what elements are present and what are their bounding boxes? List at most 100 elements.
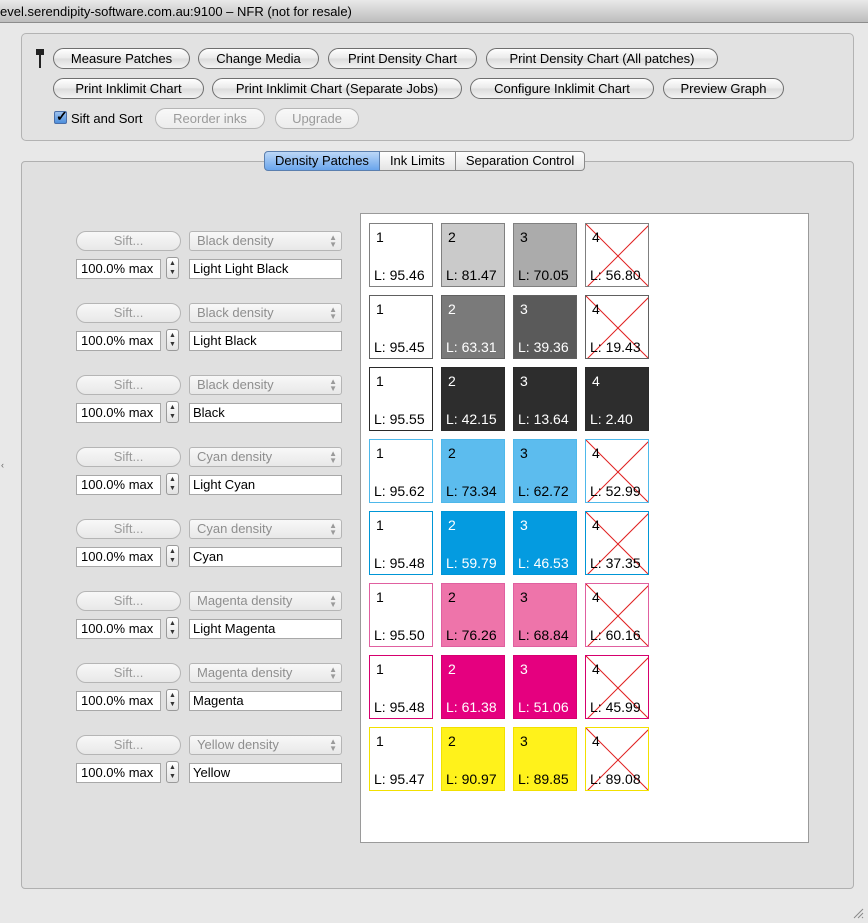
sift-button[interactable]: Sift... — [76, 375, 181, 395]
density-patch[interactable]: 2 L: 61.38 — [441, 655, 505, 719]
sift-button[interactable]: Sift... — [76, 735, 181, 755]
density-patch[interactable]: 3 L: 89.85 — [513, 727, 577, 791]
ink-name-field[interactable]: Light Black — [189, 331, 342, 351]
max-stepper[interactable]: ▲ ▼ — [166, 689, 179, 711]
density-patch[interactable]: 2 L: 90.97 — [441, 727, 505, 791]
max-percent-field[interactable]: 100.0% max — [76, 763, 161, 783]
sift-button[interactable]: Sift... — [76, 231, 181, 251]
max-stepper[interactable]: ▲ ▼ — [166, 401, 179, 423]
max-percent-field[interactable]: 100.0% max — [76, 619, 161, 639]
density-select[interactable]: Black density ▲ ▼ — [189, 375, 342, 395]
stepper-up-icon[interactable]: ▲ — [167, 404, 178, 411]
stepper-up-icon[interactable]: ▲ — [167, 260, 178, 267]
reorder-inks-button[interactable]: Reorder inks — [155, 108, 265, 129]
density-patch[interactable]: 1 L: 95.46 — [369, 223, 433, 287]
pushpin-icon[interactable] — [35, 48, 45, 70]
max-stepper[interactable]: ▲ ▼ — [166, 545, 179, 567]
density-select[interactable]: Black density ▲ ▼ — [189, 231, 342, 251]
max-stepper[interactable]: ▲ ▼ — [166, 617, 179, 639]
upgrade-button[interactable]: Upgrade — [275, 108, 359, 129]
max-percent-field[interactable]: 100.0% max — [76, 331, 161, 351]
ink-name-field[interactable]: Magenta — [189, 691, 342, 711]
density-select[interactable]: Magenta density ▲ ▼ — [189, 663, 342, 683]
density-patch[interactable]: 1 L: 95.55 — [369, 367, 433, 431]
density-patch[interactable]: 1 L: 95.48 — [369, 655, 433, 719]
density-patch[interactable]: 3 L: 51.06 — [513, 655, 577, 719]
stepper-down-icon[interactable]: ▼ — [167, 629, 178, 636]
stepper-down-icon[interactable]: ▼ — [167, 341, 178, 348]
configure-inklimit-chart-button[interactable]: Configure Inklimit Chart — [470, 78, 654, 99]
density-patch[interactable]: 1 L: 95.45 — [369, 295, 433, 359]
stepper-down-icon[interactable]: ▼ — [167, 485, 178, 492]
density-patch[interactable]: 2 L: 76.26 — [441, 583, 505, 647]
density-patch[interactable]: 1 L: 95.62 — [369, 439, 433, 503]
density-patch[interactable]: 4 L: 2.40 — [585, 367, 649, 431]
density-patch[interactable]: 3 L: 13.64 — [513, 367, 577, 431]
density-patch[interactable]: 4 L: 56.80 — [585, 223, 649, 287]
sift-button[interactable]: Sift... — [76, 519, 181, 539]
density-select[interactable]: Yellow density ▲ ▼ — [189, 735, 342, 755]
measure-patches-button[interactable]: Measure Patches — [53, 48, 190, 69]
print-density-chart-button[interactable]: Print Density Chart — [328, 48, 477, 69]
resize-grip-icon[interactable] — [852, 907, 864, 919]
tab-density-patches[interactable]: Density Patches — [264, 151, 380, 171]
sift-button[interactable]: Sift... — [76, 663, 181, 683]
max-percent-field[interactable]: 100.0% max — [76, 475, 161, 495]
stepper-up-icon[interactable]: ▲ — [167, 332, 178, 339]
density-patch[interactable]: 2 L: 73.34 — [441, 439, 505, 503]
density-patch[interactable]: 1 L: 95.47 — [369, 727, 433, 791]
max-percent-field[interactable]: 100.0% max — [76, 691, 161, 711]
max-stepper[interactable]: ▲ ▼ — [166, 329, 179, 351]
density-patch[interactable]: 2 L: 63.31 — [441, 295, 505, 359]
ink-name-field[interactable]: Cyan — [189, 547, 342, 567]
density-select[interactable]: Cyan density ▲ ▼ — [189, 447, 342, 467]
stepper-down-icon[interactable]: ▼ — [167, 557, 178, 564]
stepper-up-icon[interactable]: ▲ — [167, 620, 178, 627]
tab-ink-limits[interactable]: Ink Limits — [379, 151, 456, 171]
max-stepper[interactable]: ▲ ▼ — [166, 257, 179, 279]
print-inklimit-chart-button[interactable]: Print Inklimit Chart — [53, 78, 204, 99]
density-select[interactable]: Black density ▲ ▼ — [189, 303, 342, 323]
max-stepper[interactable]: ▲ ▼ — [166, 473, 179, 495]
sift-button[interactable]: Sift... — [76, 447, 181, 467]
stepper-up-icon[interactable]: ▲ — [167, 692, 178, 699]
density-patch[interactable]: 1 L: 95.50 — [369, 583, 433, 647]
preview-graph-button[interactable]: Preview Graph — [663, 78, 784, 99]
density-patch[interactable]: 3 L: 68.84 — [513, 583, 577, 647]
density-patch[interactable]: 4 L: 37.35 — [585, 511, 649, 575]
density-patch[interactable]: 4 L: 52.99 — [585, 439, 649, 503]
density-patch[interactable]: 3 L: 70.05 — [513, 223, 577, 287]
density-patch[interactable]: 4 L: 89.08 — [585, 727, 649, 791]
stepper-up-icon[interactable]: ▲ — [167, 548, 178, 555]
density-select[interactable]: Cyan density ▲ ▼ — [189, 519, 342, 539]
density-patch[interactable]: 3 L: 39.36 — [513, 295, 577, 359]
ink-name-field[interactable]: Light Cyan — [189, 475, 342, 495]
tab-separation-control[interactable]: Separation Control — [455, 151, 586, 171]
sift-button[interactable]: Sift... — [76, 303, 181, 323]
density-patch[interactable]: 2 L: 59.79 — [441, 511, 505, 575]
density-patch[interactable]: 3 L: 62.72 — [513, 439, 577, 503]
checkbox-box[interactable]: ✓ — [54, 108, 68, 124]
density-patch[interactable]: 4 L: 45.99 — [585, 655, 649, 719]
sift-button[interactable]: Sift... — [76, 591, 181, 611]
stepper-down-icon[interactable]: ▼ — [167, 701, 178, 708]
density-patch[interactable]: 1 L: 95.48 — [369, 511, 433, 575]
max-stepper[interactable]: ▲ ▼ — [166, 761, 179, 783]
print-inklimit-separate-button[interactable]: Print Inklimit Chart (Separate Jobs) — [212, 78, 462, 99]
ink-name-field[interactable]: Light Magenta — [189, 619, 342, 639]
density-patch[interactable]: 3 L: 46.53 — [513, 511, 577, 575]
density-select[interactable]: Magenta density ▲ ▼ — [189, 591, 342, 611]
max-percent-field[interactable]: 100.0% max — [76, 547, 161, 567]
density-patch[interactable]: 2 L: 42.15 — [441, 367, 505, 431]
stepper-down-icon[interactable]: ▼ — [167, 413, 178, 420]
print-density-chart-all-button[interactable]: Print Density Chart (All patches) — [486, 48, 718, 69]
ink-name-field[interactable]: Yellow — [189, 763, 342, 783]
stepper-down-icon[interactable]: ▼ — [167, 773, 178, 780]
density-patch[interactable]: 2 L: 81.47 — [441, 223, 505, 287]
max-percent-field[interactable]: 100.0% max — [76, 403, 161, 423]
stepper-up-icon[interactable]: ▲ — [167, 764, 178, 771]
ink-name-field[interactable]: Light Light Black — [189, 259, 342, 279]
stepper-down-icon[interactable]: ▼ — [167, 269, 178, 276]
change-media-button[interactable]: Change Media — [198, 48, 319, 69]
max-percent-field[interactable]: 100.0% max — [76, 259, 161, 279]
